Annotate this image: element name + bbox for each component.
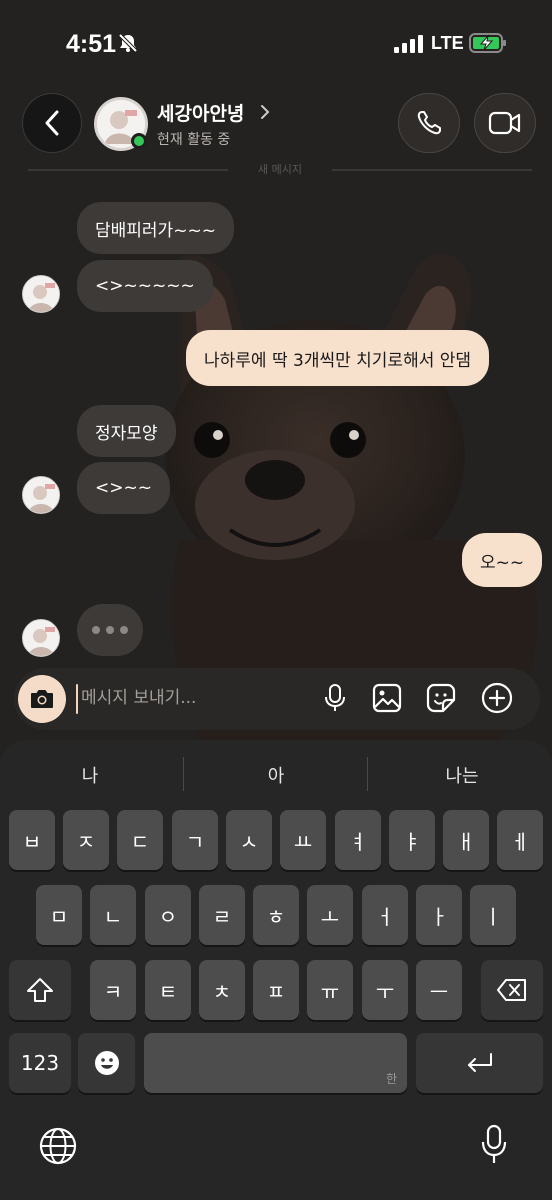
key[interactable]: ㅍ <box>253 960 299 1020</box>
sticker-button[interactable] <box>424 681 458 715</box>
network-type: LTE <box>431 33 464 53</box>
voice-call-button[interactable] <box>398 93 460 153</box>
shift-key[interactable] <box>9 960 71 1020</box>
emoji-icon <box>94 1051 119 1075</box>
chevron-right-icon[interactable] <box>259 103 271 121</box>
backspace-icon <box>497 979 526 1001</box>
camera-icon <box>31 690 53 708</box>
key[interactable]: ㅡ <box>416 960 462 1020</box>
gallery-button[interactable] <box>370 681 404 715</box>
sender-avatar[interactable] <box>22 476 60 514</box>
new-message-divider-right <box>332 169 532 171</box>
key[interactable]: ㅅ <box>226 810 272 870</box>
dictation-key[interactable] <box>474 1122 514 1168</box>
sender-avatar[interactable] <box>22 619 60 657</box>
typing-indicator <box>77 604 143 656</box>
key[interactable]: ㅕ <box>335 810 381 870</box>
online-indicator <box>131 133 147 149</box>
microphone-icon <box>481 1124 507 1163</box>
avatar-illustration <box>23 477 59 513</box>
message-bubble-incoming[interactable]: 정자모양 <box>77 405 176 457</box>
suggestion-1[interactable]: 나 <box>0 762 180 788</box>
message-input[interactable] <box>81 680 311 716</box>
more-options-button[interactable] <box>480 681 514 715</box>
new-message-divider-left <box>28 169 228 171</box>
new-message-divider-label: 새 메시지 <box>258 163 302 176</box>
key[interactable]: ㅎ <box>253 885 299 945</box>
status-time: 4:51 <box>66 30 117 58</box>
chevron-left-icon <box>45 110 59 136</box>
key[interactable]: ㅋ <box>90 960 136 1020</box>
contact-activity-status: 현재 활동 중 <box>157 132 231 148</box>
message-bubble-incoming[interactable]: <>~~ <box>77 462 170 514</box>
message-bubble-incoming[interactable]: 담배피러가~~~ <box>77 202 234 254</box>
return-key[interactable] <box>416 1033 543 1093</box>
suggestion-3[interactable]: 나는 <box>372 762 552 788</box>
suggestion-separator <box>367 757 368 791</box>
key[interactable]: ㅗ <box>307 885 353 945</box>
key[interactable]: ㅇ <box>145 885 191 945</box>
return-icon <box>467 1053 492 1072</box>
sender-avatar[interactable] <box>22 275 60 313</box>
plus-circle-icon <box>481 682 513 714</box>
bell-slash-icon <box>118 34 138 52</box>
battery-charging-icon <box>469 33 506 53</box>
key[interactable]: ㄷ <box>117 810 163 870</box>
key[interactable]: ㅈ <box>63 810 109 870</box>
space-key[interactable]: 한 <box>144 1033 407 1093</box>
numbers-key[interactable]: 123 <box>9 1033 71 1093</box>
key[interactable]: ㅠ <box>307 960 353 1020</box>
camera-button[interactable] <box>18 675 66 723</box>
sticker-icon <box>426 683 456 713</box>
avatar-illustration <box>23 620 59 656</box>
key[interactable]: ㅊ <box>199 960 245 1020</box>
key[interactable]: ㅛ <box>280 810 326 870</box>
key[interactable]: ㅑ <box>389 810 435 870</box>
globe-key[interactable] <box>36 1124 80 1168</box>
chat-wallpaper-dog <box>165 253 538 740</box>
delete-key[interactable] <box>481 960 543 1020</box>
back-button[interactable] <box>22 93 82 153</box>
video-camera-icon <box>488 111 521 135</box>
key[interactable]: ㄴ <box>90 885 136 945</box>
key[interactable]: ㄱ <box>172 810 218 870</box>
text-cursor <box>76 684 78 714</box>
key[interactable]: ㅏ <box>416 885 462 945</box>
emoji-key[interactable] <box>78 1033 135 1093</box>
suggestion-2[interactable]: 아 <box>186 762 366 788</box>
voice-message-button[interactable] <box>318 681 352 715</box>
cellular-signal-icon <box>394 35 423 53</box>
key[interactable]: ㅌ <box>145 960 191 1020</box>
key[interactable]: ㄹ <box>199 885 245 945</box>
key[interactable]: ㅣ <box>470 885 516 945</box>
dm-chat-screen: 4:51 LTE 세강아안녕 현재 활동 중 새 메시지 담배피러가~~~ <>… <box>0 0 552 1200</box>
key[interactable]: ㅂ <box>9 810 55 870</box>
key[interactable]: ㅐ <box>443 810 489 870</box>
phone-icon <box>417 111 441 135</box>
message-bubble-outgoing[interactable]: 오~~ <box>462 533 543 587</box>
status-bar: 4:51 LTE <box>0 0 552 88</box>
image-icon <box>372 683 402 713</box>
video-call-button[interactable] <box>474 93 536 153</box>
contact-name[interactable]: 세강아안녕 <box>157 99 244 126</box>
message-bubble-outgoing[interactable]: 나하루에 딱 3개씩만 치기로해서 안댐 <box>186 330 490 386</box>
key[interactable]: ㅔ <box>497 810 543 870</box>
globe-icon <box>39 1127 77 1165</box>
shift-icon <box>27 978 53 1002</box>
avatar-illustration <box>23 276 59 312</box>
message-bubble-incoming[interactable]: <>~~~~~ <box>77 260 213 312</box>
key[interactable]: ㅜ <box>362 960 408 1020</box>
microphone-icon <box>325 684 345 711</box>
suggestion-separator <box>183 757 184 791</box>
key[interactable]: ㅁ <box>36 885 82 945</box>
space-key-language-hint: 한 <box>385 1072 397 1086</box>
key[interactable]: ㅓ <box>362 885 408 945</box>
